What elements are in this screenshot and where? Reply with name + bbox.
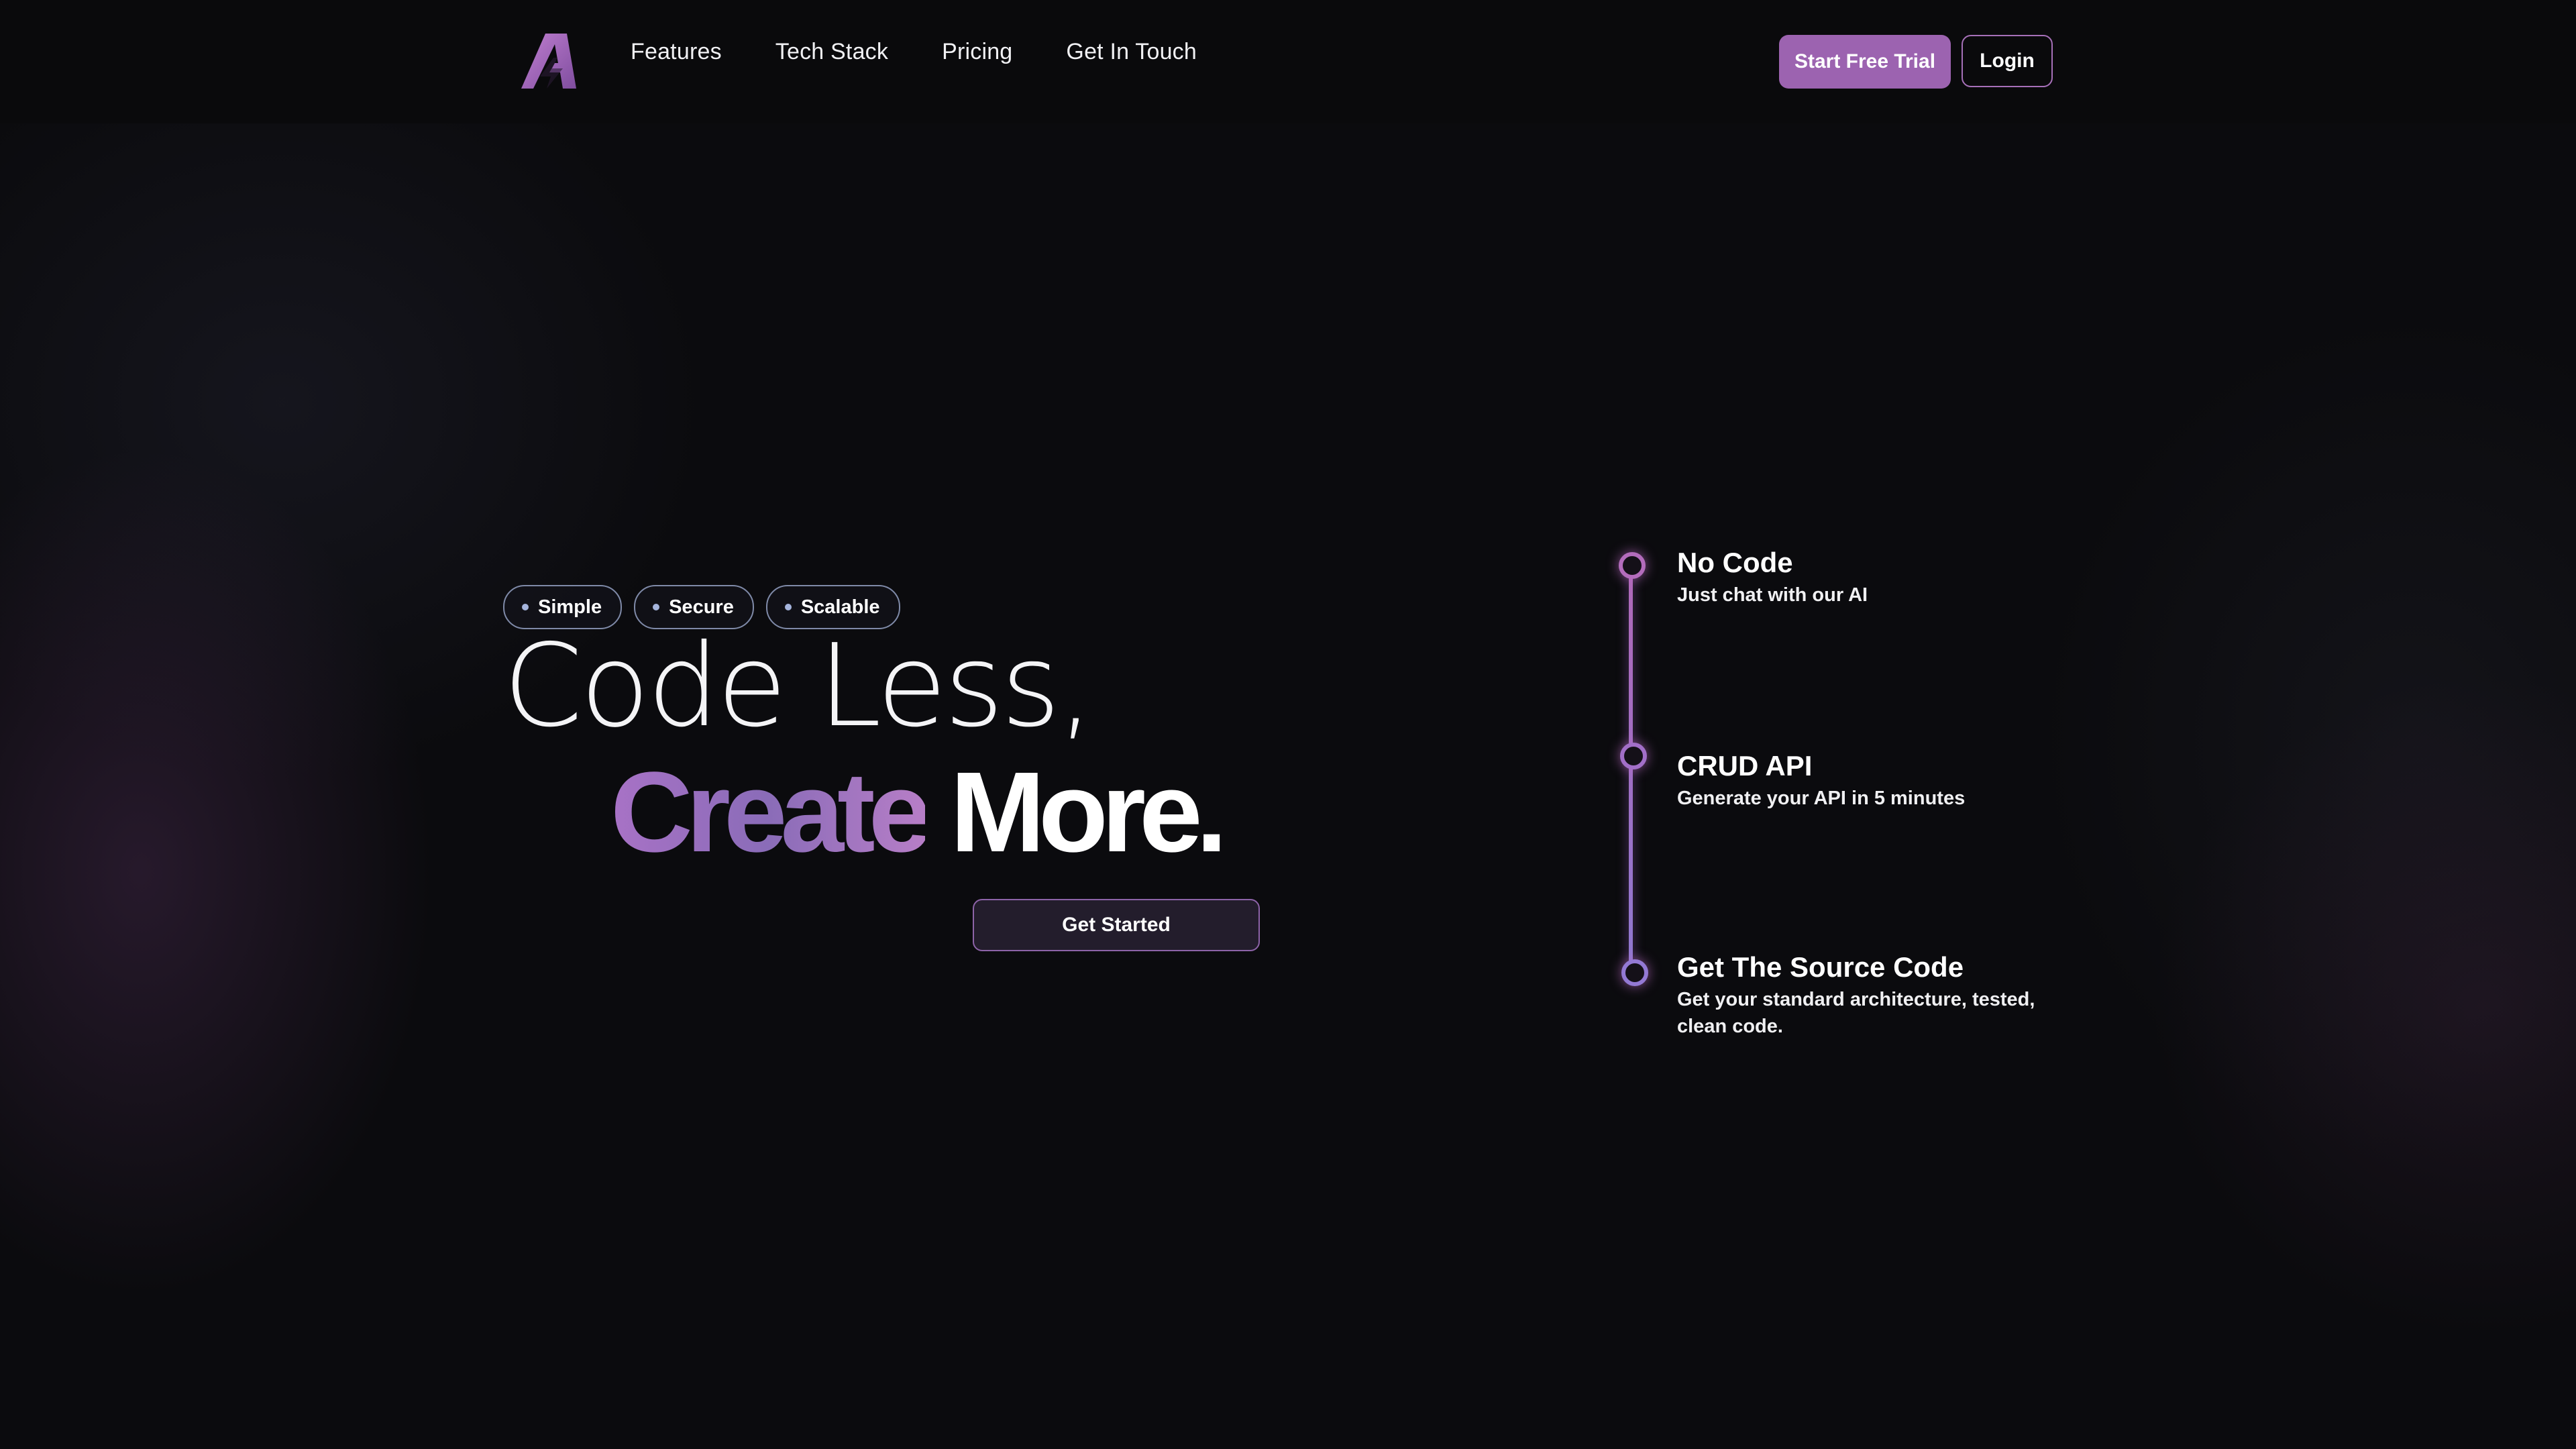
headline-line-1-text: Code Less, <box>503 620 1094 753</box>
bolt-a-logo-icon[interactable] <box>520 32 580 90</box>
timeline-node-icon <box>1621 959 1648 986</box>
timeline-node-icon <box>1619 552 1646 579</box>
nav-link-features[interactable]: Features <box>631 39 722 65</box>
step-description: Get your standard architecture, tested, … <box>1677 989 2035 1037</box>
step-title: CRUD API <box>1677 750 1813 782</box>
tag-label: Scalable <box>800 596 880 618</box>
timeline-step-crud-api: CRUD API Generate your API in 5 minutes <box>1677 750 2066 812</box>
headline-rest: More. <box>950 749 1227 876</box>
timeline-node-icon <box>1620 743 1647 769</box>
step-title: Get The Source Code <box>1677 951 1964 983</box>
top-navigation-bar: Features Tech Stack Pricing Get In Touch… <box>0 0 2576 123</box>
tag-label: Secure <box>669 596 734 618</box>
timeline-step-no-code: No Code Just chat with our AI <box>1677 547 2066 608</box>
start-free-trial-button[interactable]: Start Free Trial <box>1779 35 1951 89</box>
login-button[interactable]: Login <box>1962 35 2053 87</box>
dot-icon <box>653 604 660 610</box>
tag-label: Simple <box>538 596 602 618</box>
headline-line-2: Create More. <box>610 749 1228 876</box>
main-nav: Features Tech Stack Pricing Get In Touch <box>631 39 1197 65</box>
landing-page: Features Tech Stack Pricing Get In Touch… <box>0 0 2576 1449</box>
get-started-button[interactable]: Get Started <box>973 899 1260 951</box>
dot-icon <box>522 604 529 610</box>
step-title: No Code <box>1677 547 1793 578</box>
step-description: Generate your API in 5 minutes <box>1677 788 1966 809</box>
nav-link-tech-stack[interactable]: Tech Stack <box>775 39 888 65</box>
headline-line-1: Code Less, <box>503 624 1094 749</box>
timeline-step-source-code: Get The Source Code Get your standard ar… <box>1677 951 2066 1040</box>
nav-link-pricing[interactable]: Pricing <box>942 39 1012 65</box>
nav-link-get-in-touch[interactable]: Get In Touch <box>1066 39 1197 65</box>
headline-accent-word: Create <box>610 749 932 876</box>
dot-icon <box>784 604 792 610</box>
step-description: Just chat with our AI <box>1677 584 1868 606</box>
